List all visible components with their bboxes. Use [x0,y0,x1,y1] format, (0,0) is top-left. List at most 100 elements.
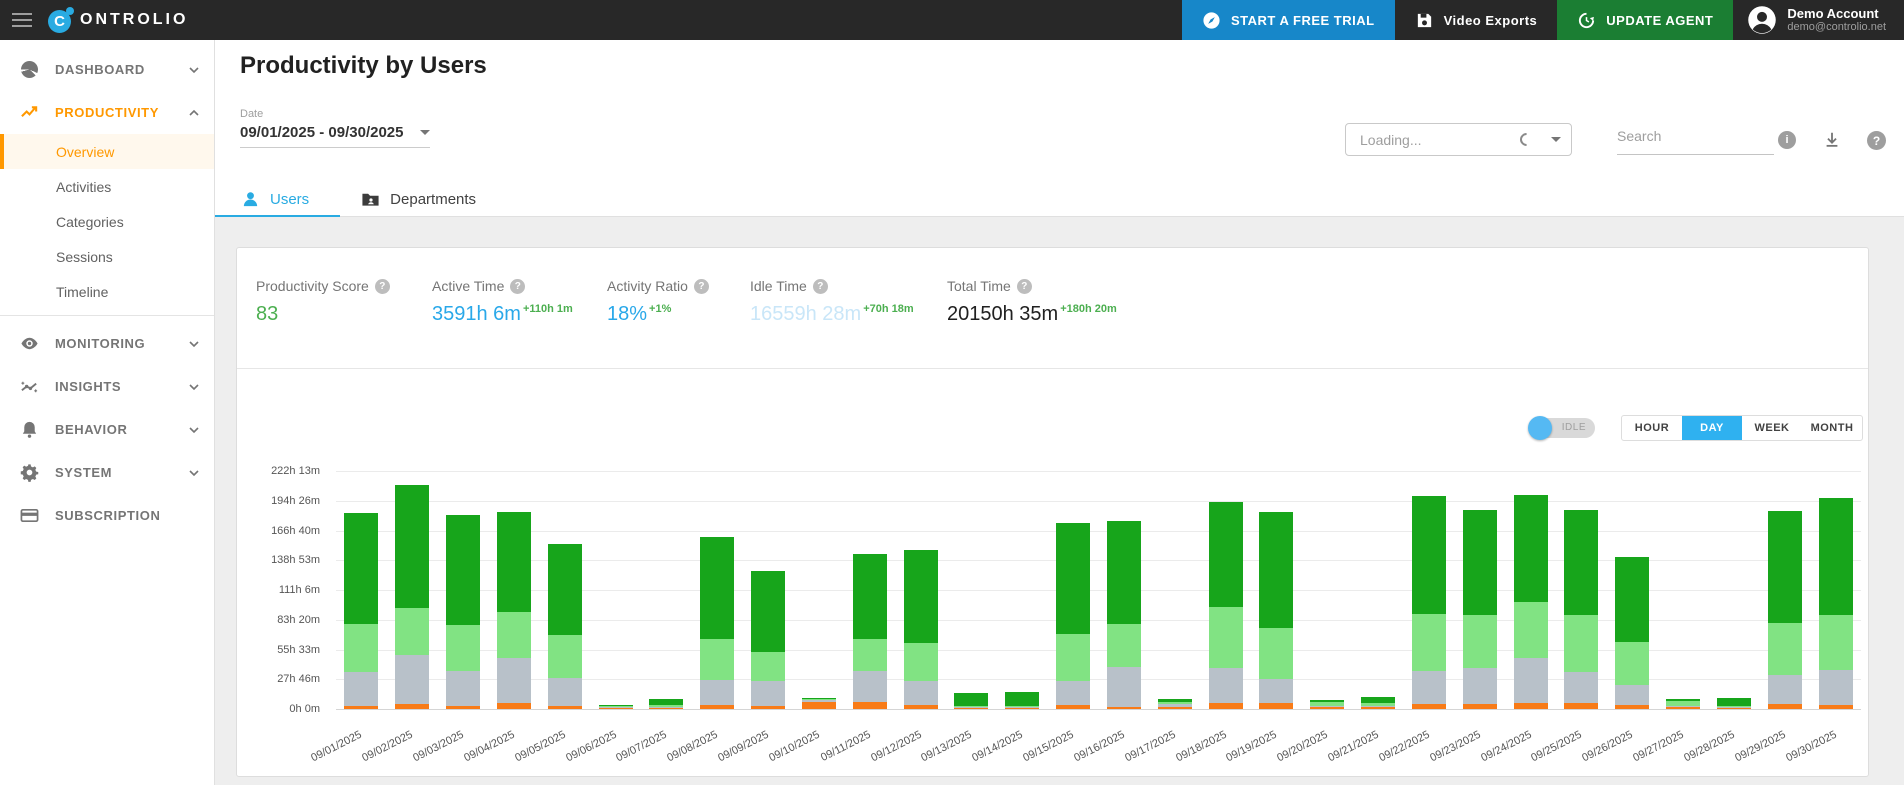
help-icon[interactable]: ? [510,279,525,294]
dark-green-segment[interactable] [1514,495,1548,602]
orange-segment[interactable] [1615,705,1649,709]
dark-green-segment[interactable] [1463,510,1497,615]
sidebar-subitem-sessions[interactable]: Sessions [0,239,214,274]
filter-dropdown[interactable]: Loading... [1345,123,1572,156]
gray-segment[interactable] [1615,685,1649,704]
tab-users[interactable]: Users [215,182,335,216]
toggle-knob[interactable] [1528,416,1552,440]
gray-segment[interactable] [1768,675,1802,704]
gray-segment[interactable] [1056,681,1090,705]
orange-segment[interactable] [1717,708,1751,709]
gray-segment[interactable] [649,707,683,708]
sidebar-item-subscription[interactable]: SUBSCRIPTION [0,494,214,537]
dark-green-segment[interactable] [802,698,836,699]
dark-green-segment[interactable] [751,571,785,651]
light-green-segment[interactable] [700,639,734,681]
dark-green-segment[interactable] [904,550,938,643]
dark-green-segment[interactable] [1819,498,1853,615]
sidebar-subitem-categories[interactable]: Categories [0,204,214,239]
idle-toggle[interactable]: IDLE [1531,418,1595,438]
sidebar-item-insights[interactable]: INSIGHTS [0,365,214,408]
light-green-segment[interactable] [954,706,988,707]
dark-green-segment[interactable] [1259,512,1293,628]
help-icon[interactable]: ? [375,279,390,294]
orange-segment[interactable] [1209,703,1243,709]
gray-segment[interactable] [1158,704,1192,707]
orange-segment[interactable] [700,705,734,709]
light-green-segment[interactable] [904,643,938,682]
dark-green-segment[interactable] [497,512,531,612]
sidebar-subitem-overview[interactable]: Overview [0,134,214,169]
dark-green-segment[interactable] [853,554,887,639]
dark-green-segment[interactable] [1412,496,1446,614]
gray-segment[interactable] [1564,672,1598,703]
light-green-segment[interactable] [1005,706,1039,707]
orange-segment[interactable] [904,705,938,709]
gray-segment[interactable] [1310,706,1344,707]
orange-segment[interactable] [1666,707,1700,709]
light-green-segment[interactable] [1361,703,1395,706]
sidebar-item-behavior[interactable]: BEHAVIOR [0,408,214,451]
light-green-segment[interactable] [1768,623,1802,675]
download-icon[interactable] [1823,131,1841,149]
orange-segment[interactable] [853,702,887,709]
gray-segment[interactable] [1717,707,1751,708]
light-green-segment[interactable] [649,705,683,707]
light-green-segment[interactable] [1158,702,1192,704]
orange-segment[interactable] [1259,703,1293,709]
orange-segment[interactable] [1514,703,1548,709]
orange-segment[interactable] [1564,703,1598,709]
gray-segment[interactable] [395,655,429,704]
sidebar-item-dashboard[interactable]: DASHBOARD [0,48,214,91]
orange-segment[interactable] [446,706,480,709]
gray-segment[interactable] [700,680,734,705]
sidebar-item-productivity[interactable]: PRODUCTIVITY [0,91,214,134]
dark-green-segment[interactable] [1158,699,1192,702]
account-menu[interactable]: Demo Account demo@controlio.net [1733,0,1904,40]
light-green-segment[interactable] [1514,602,1548,658]
video-exports-button[interactable]: Video Exports [1395,0,1558,40]
dark-green-segment[interactable] [446,515,480,625]
help-icon[interactable]: ? [813,279,828,294]
light-green-segment[interactable] [1209,607,1243,668]
orange-segment[interactable] [497,703,531,709]
range-button-week[interactable]: WEEK [1742,416,1802,440]
light-green-segment[interactable] [1259,628,1293,679]
orange-segment[interactable] [649,708,683,709]
help-icon[interactable]: ? [694,279,709,294]
light-green-segment[interactable] [1564,615,1598,672]
dark-green-segment[interactable] [395,485,429,607]
update-agent-button[interactable]: UPDATE AGENT [1557,0,1733,40]
gray-segment[interactable] [548,678,582,706]
orange-segment[interactable] [954,708,988,709]
gray-segment[interactable] [802,700,836,702]
dark-green-segment[interactable] [599,705,633,706]
help-icon[interactable]: ? [1867,131,1886,150]
sidebar-subitem-timeline[interactable]: Timeline [0,274,214,309]
light-green-segment[interactable] [751,652,785,681]
orange-segment[interactable] [1768,704,1802,709]
orange-segment[interactable] [1412,704,1446,709]
gray-segment[interactable] [1107,667,1141,707]
dark-green-segment[interactable] [1564,510,1598,615]
gray-segment[interactable] [853,671,887,702]
start-free-trial-button[interactable]: START A FREE TRIAL [1182,0,1395,40]
light-green-segment[interactable] [344,624,378,672]
menu-icon[interactable] [0,0,44,40]
light-green-segment[interactable] [548,635,582,678]
gray-segment[interactable] [1259,679,1293,703]
gray-segment[interactable] [1666,706,1700,707]
light-green-segment[interactable] [1310,702,1344,706]
dark-green-segment[interactable] [344,513,378,623]
light-green-segment[interactable] [1412,614,1446,671]
dark-green-segment[interactable] [1310,700,1344,702]
orange-segment[interactable] [751,706,785,709]
dark-green-segment[interactable] [954,693,988,706]
range-button-hour[interactable]: HOUR [1622,416,1682,440]
tab-departments[interactable]: Departments [335,182,502,216]
dark-green-segment[interactable] [1005,692,1039,706]
gray-segment[interactable] [1514,658,1548,703]
dark-green-segment[interactable] [1615,557,1649,642]
light-green-segment[interactable] [395,608,429,655]
dark-green-segment[interactable] [1666,699,1700,701]
